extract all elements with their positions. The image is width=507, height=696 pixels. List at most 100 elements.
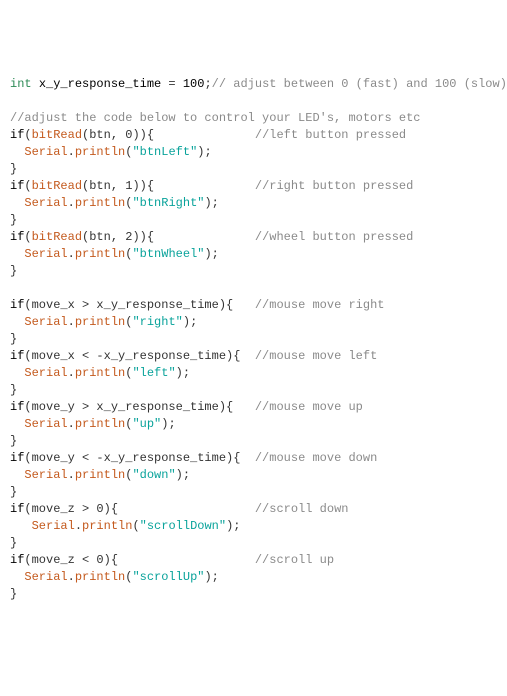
pc: ); — [176, 366, 190, 380]
comment: //adjust the code below to control your … — [10, 111, 420, 125]
brace: } — [10, 162, 17, 176]
string: "btnWheel" — [132, 247, 204, 261]
comment: //scroll up — [255, 553, 334, 567]
cond: (move_y < -x_y_response_time){ — [24, 451, 240, 465]
pad — [233, 298, 255, 312]
indent — [10, 519, 32, 533]
dot: . — [68, 145, 75, 159]
pc: ); — [204, 196, 218, 210]
fn-println: println — [75, 196, 125, 210]
brace: } — [10, 383, 17, 397]
dot: . — [68, 570, 75, 584]
paren: ( — [24, 230, 31, 244]
comment: //mouse move left — [255, 349, 377, 363]
pc: ); — [176, 468, 190, 482]
pc: ); — [204, 247, 218, 261]
fn-bitread: bitRead — [32, 128, 82, 142]
comment: //scroll down — [255, 502, 349, 516]
indent — [10, 417, 24, 431]
if-kw: if — [10, 451, 24, 465]
dot: . — [68, 417, 75, 431]
cond: (move_z < 0){ — [24, 553, 118, 567]
pad — [154, 230, 255, 244]
brace: } — [10, 264, 17, 278]
obj-serial: Serial — [24, 417, 67, 431]
string: "btnLeft" — [132, 145, 197, 159]
pad — [240, 451, 254, 465]
comment: //wheel button pressed — [255, 230, 413, 244]
comment: //mouse move down — [255, 451, 377, 465]
pad — [233, 400, 255, 414]
fn-bitread: bitRead — [32, 179, 82, 193]
if-kw: if — [10, 400, 24, 414]
string: "btnRight" — [132, 196, 204, 210]
string: "left" — [132, 366, 175, 380]
string: "scrollUp" — [132, 570, 204, 584]
dot: . — [68, 468, 75, 482]
paren: ( — [24, 179, 31, 193]
pad — [118, 502, 255, 516]
eq: = — [161, 77, 183, 91]
comment: //mouse move right — [255, 298, 385, 312]
brace: } — [10, 587, 17, 601]
string: "up" — [132, 417, 161, 431]
po: ( — [132, 519, 139, 533]
brace: } — [10, 332, 17, 346]
close: ){ — [140, 230, 154, 244]
indent — [10, 570, 24, 584]
string: "right" — [132, 315, 182, 329]
cond: (move_x < -x_y_response_time){ — [24, 349, 240, 363]
keyword-int: int — [10, 77, 32, 91]
brace: } — [10, 434, 17, 448]
pc: ); — [204, 570, 218, 584]
args: (btn, 0) — [82, 128, 140, 142]
dot: . — [75, 519, 82, 533]
fn-println: println — [75, 366, 125, 380]
obj-serial: Serial — [24, 570, 67, 584]
string: "down" — [132, 468, 175, 482]
semi: ; — [204, 77, 211, 91]
args: (btn, 1) — [82, 179, 140, 193]
close: ){ — [140, 128, 154, 142]
pc: ); — [183, 315, 197, 329]
pc: ); — [197, 145, 211, 159]
cond: (move_y > x_y_response_time){ — [24, 400, 233, 414]
cond: (move_x > x_y_response_time){ — [24, 298, 233, 312]
indent — [10, 247, 24, 261]
pc: ); — [161, 417, 175, 431]
comment: //mouse move up — [255, 400, 363, 414]
if-kw: if — [10, 298, 24, 312]
paren: ( — [24, 128, 31, 142]
indent — [10, 366, 24, 380]
pad — [240, 349, 254, 363]
fn-println: println — [75, 145, 125, 159]
fn-println: println — [75, 468, 125, 482]
obj-serial: Serial — [24, 196, 67, 210]
brace: } — [10, 485, 17, 499]
if-kw: if — [10, 230, 24, 244]
po: ( — [125, 570, 132, 584]
obj-serial: Serial — [24, 247, 67, 261]
close: ){ — [140, 179, 154, 193]
dot: . — [68, 247, 75, 261]
fn-bitread: bitRead — [32, 230, 82, 244]
num-100: 100 — [183, 77, 205, 91]
brace: } — [10, 536, 17, 550]
cond: (move_z > 0){ — [24, 502, 118, 516]
fn-println: println — [82, 519, 132, 533]
brace: } — [10, 213, 17, 227]
comment: //right button pressed — [255, 179, 413, 193]
comment: // adjust between 0 (fast) and 100 (slow… — [212, 77, 507, 91]
obj-serial: Serial — [24, 366, 67, 380]
space — [32, 77, 39, 91]
fn-println: println — [75, 247, 125, 261]
pad — [154, 179, 255, 193]
dot: . — [68, 196, 75, 210]
if-kw: if — [10, 128, 24, 142]
indent — [10, 145, 24, 159]
indent — [10, 315, 24, 329]
obj-serial: Serial — [24, 145, 67, 159]
var-name: x_y_response_time — [39, 77, 161, 91]
if-kw: if — [10, 179, 24, 193]
obj-serial: Serial — [32, 519, 75, 533]
